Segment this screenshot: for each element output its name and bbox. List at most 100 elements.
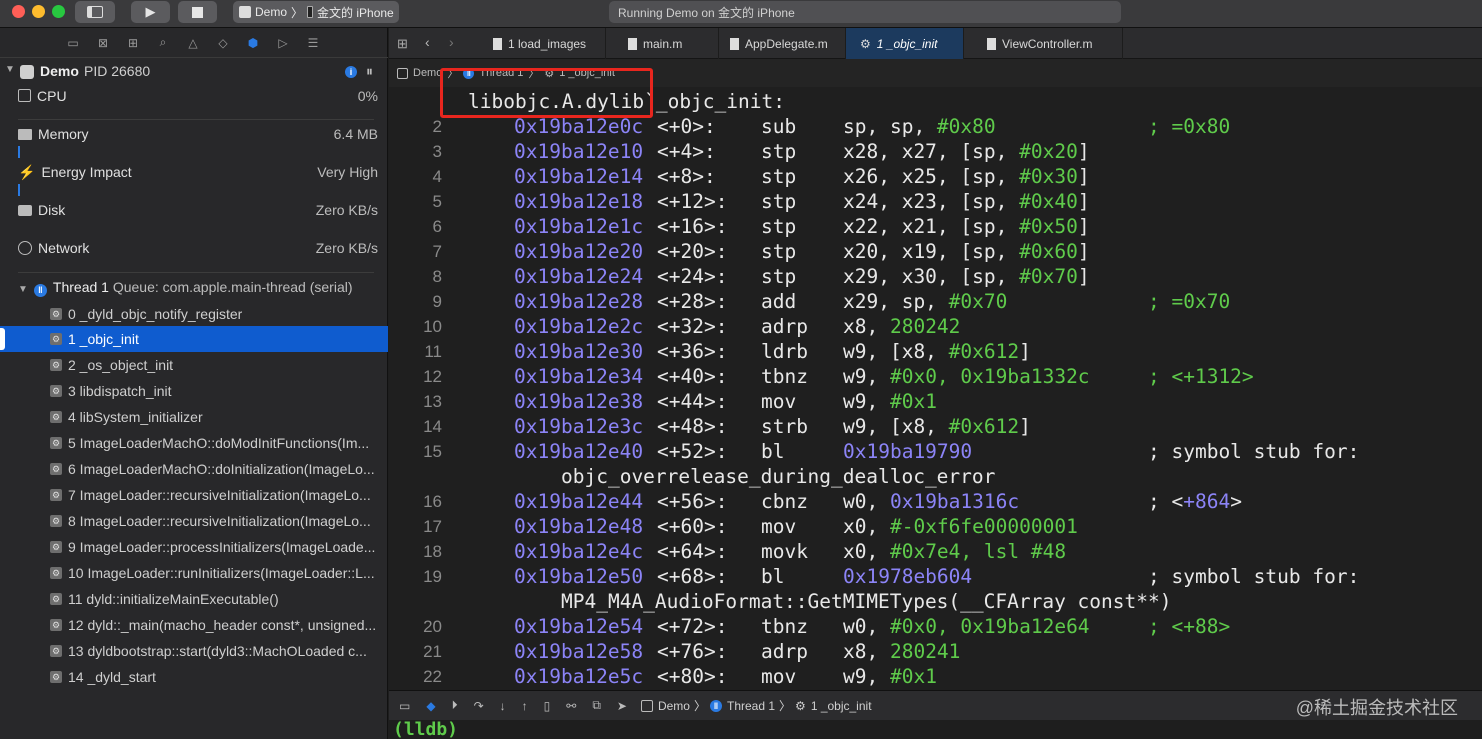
tab-main-m[interactable]: main.m <box>614 28 719 59</box>
close-window-button[interactable] <box>12 5 25 18</box>
debug-frame[interactable]: 1 _objc_init <box>811 699 872 713</box>
scheme-selector[interactable]: Demo 〉 金文的 iPhone <box>233 1 399 23</box>
process-name: Demo <box>40 63 79 79</box>
disclosure-open-icon[interactable]: ▼ <box>5 64 15 75</box>
tab-viewcontroller-m[interactable]: ViewController.m <box>973 28 1123 59</box>
stack-frame[interactable]: ⚙ 10 ImageLoader::runInitializers(ImageLo… <box>0 560 388 586</box>
memory-graph-icon[interactable]: ⚯ <box>566 699 576 713</box>
play-icon: ▶ <box>145 4 156 19</box>
disassembly-view[interactable]: libobjc.A.dylib`_objc_init: 2 0x19ba12e0c… <box>389 87 1482 690</box>
debug-target[interactable]: Demo <box>658 699 690 713</box>
tab-load-images[interactable]: 1 load_images <box>479 28 606 59</box>
sidebar-icon <box>87 6 103 18</box>
gauge-energy[interactable]: ⚡ Energy Impact Very High <box>18 164 384 196</box>
search-icon[interactable]: ⌕ <box>156 35 170 50</box>
instruction-address: 0x19ba12e40 <box>514 440 644 463</box>
location-icon[interactable]: ➤ <box>617 699 627 713</box>
stack-frame[interactable]: ⚙ 0 _dyld_objc_notify_register <box>0 301 388 327</box>
instruction-operands: x28, x27, [sp, #0x20] <box>843 140 1090 163</box>
instruction-offset: <+0>: <box>657 115 716 138</box>
source-control-icon[interactable]: ⊠ <box>96 36 110 50</box>
stack-frame[interactable]: ⚙ 7 ImageLoader::recursiveInitialization(… <box>0 482 388 508</box>
symbol-icon[interactable]: ⊞ <box>126 36 140 50</box>
stack-frame[interactable]: ⚙ 14 _dyld_start <box>0 664 388 690</box>
sidebar-toggle-button[interactable] <box>75 1 115 23</box>
comment-text: ; < <box>1148 490 1184 513</box>
continue-icon[interactable]: ⏵ <box>452 698 458 713</box>
report-icon[interactable]: ☰ <box>306 36 320 50</box>
stack-frame-selected[interactable]: ⚙ 1 _objc_init <box>0 326 388 352</box>
stop-button[interactable] <box>178 1 217 23</box>
forward-icon[interactable]: › <box>449 34 454 50</box>
breakpoints-toggle-icon[interactable]: ◆ <box>426 699 435 713</box>
lldb-console[interactable]: (lldb) <box>389 720 1482 739</box>
instruction-offset: <+12>: <box>657 190 728 213</box>
pause-icon[interactable]: ⏸ <box>366 63 373 80</box>
step-out-icon[interactable]: ↑ <box>522 699 528 713</box>
gauge-network[interactable]: Network Zero KB/s <box>18 240 384 256</box>
test-icon[interactable]: ◇ <box>216 36 230 50</box>
instruction-offset: <+64>: <box>657 540 728 563</box>
line-number: 21 <box>423 642 442 661</box>
line-number: 13 <box>423 392 442 411</box>
process-row[interactable]: ▼ Demo PID 26680 i ⏸ <box>0 62 388 82</box>
gear-icon: ⚙ <box>50 385 62 397</box>
jump-target[interactable]: Demo <box>413 67 442 79</box>
stack-frame[interactable]: ⚙ 4 libSystem_initializer <box>0 404 388 430</box>
step-into-icon[interactable]: ↓ <box>500 699 506 713</box>
stack-frame[interactable]: ⚙ 9 ImageLoader::processInitializers(Imag… <box>0 534 388 560</box>
instruction-address: 0x19ba12e0c <box>514 115 644 138</box>
tab-appdelegate-m[interactable]: AppDelegate.m <box>716 28 846 59</box>
run-button[interactable]: ▶ <box>131 1 170 23</box>
line-number: 15 <box>423 442 442 461</box>
disclosure-open-icon[interactable]: ▼ <box>18 284 28 295</box>
gear-icon: ⚙ <box>50 489 62 501</box>
instruction-offset: <+56>: <box>657 490 728 513</box>
instruction-operands: x26, x25, [sp, #0x30] <box>843 165 1090 188</box>
instruction-comment: ; symbol stub for: <box>1148 440 1359 463</box>
objc-file-icon <box>987 37 996 50</box>
stack-frame[interactable]: ⚙ 2 _os_object_init <box>0 352 388 378</box>
thread-row[interactable]: ▼ ‖ Thread 1 Queue: com.apple.main-thread … <box>18 279 353 297</box>
operand-tail: ] <box>1077 190 1090 213</box>
stack-frame[interactable]: ⚙ 6 ImageLoaderMachO::doInitialization(Im… <box>0 456 388 482</box>
view-hierarchy-icon[interactable]: ▯ <box>544 699 551 713</box>
gauge-value: Zero KB/s <box>315 240 378 256</box>
editor-tab-bar: ⊞ ‹ › 1 load_images main.m AppDelegate.m… <box>389 28 1482 59</box>
info-icon[interactable]: i <box>345 66 357 78</box>
instruction-mnemonic: stp <box>761 190 797 213</box>
stack-frame[interactable]: ⚙ 13 dyldbootstrap::start(dyld3::MachOLoa… <box>0 638 388 664</box>
gear-icon: ⚙ <box>50 359 62 371</box>
grid-icon[interactable]: ⊞ <box>397 36 408 52</box>
issue-icon[interactable]: △ <box>186 36 200 50</box>
environment-icon[interactable]: ⧉ <box>592 698 601 713</box>
instruction-mnemonic: movk <box>761 540 808 563</box>
debug-thread[interactable]: Thread 1 <box>727 699 775 713</box>
gauge-disk[interactable]: Disk Zero KB/s <box>18 202 384 218</box>
stack-frame[interactable]: ⚙ 3 libdispatch_init <box>0 378 388 404</box>
tab-objc-init[interactable]: ⚙ 1 _objc_init <box>846 28 964 59</box>
stack-frame[interactable]: ⚙ 11 dyld::initializeMainExecutable() <box>0 586 388 612</box>
stack-frame[interactable]: ⚙ 12 dyld::_main(macho_header const*, uns… <box>0 612 388 638</box>
hide-console-icon[interactable]: ▭ <box>399 699 410 713</box>
instruction-offset: <+20>: <box>657 240 728 263</box>
operand-registers: w9, <box>843 390 890 413</box>
operand-tail: ] <box>1077 265 1090 288</box>
stack-frame[interactable]: ⚙ 5 ImageLoaderMachO::doModInitFunctions(… <box>0 430 388 456</box>
gauge-cpu[interactable]: CPU 0% <box>18 88 384 104</box>
line-number: 3 <box>432 142 442 161</box>
minimize-window-button[interactable] <box>32 5 45 18</box>
back-icon[interactable]: ‹ <box>425 34 430 50</box>
debug-icon[interactable]: ⬢ <box>246 36 260 50</box>
gauge-memory[interactable]: Memory 6.4 MB <box>18 126 384 158</box>
divider <box>18 272 374 273</box>
instruction-mnemonic: mov <box>761 390 797 413</box>
instruction-comment: ; =0x80 <box>1148 115 1231 138</box>
instruction-operands: w9, #0x1 <box>843 665 937 688</box>
stack-frame[interactable]: ⚙ 8 ImageLoader::recursiveInitialization(… <box>0 508 388 534</box>
breakpoint-icon[interactable]: ▷ <box>276 36 290 50</box>
zoom-window-button[interactable] <box>52 5 65 18</box>
folder-icon[interactable]: ▭ <box>66 36 80 50</box>
instruction-mnemonic: stp <box>761 140 797 163</box>
step-over-icon[interactable]: ↷ <box>474 699 484 713</box>
